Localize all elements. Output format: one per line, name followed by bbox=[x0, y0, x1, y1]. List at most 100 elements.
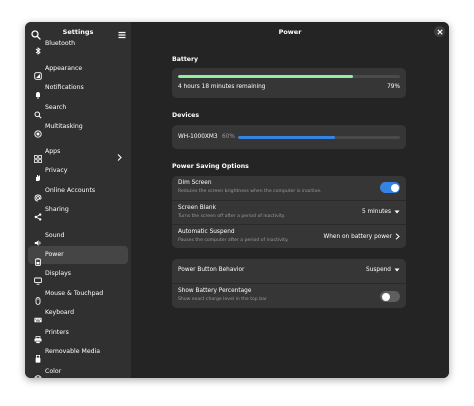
battery-card: 4 hours 18 minutes remaining 79% bbox=[172, 68, 406, 98]
sidebar-item-notifications[interactable]: Notifications bbox=[28, 79, 128, 99]
device-level-bar bbox=[238, 136, 400, 139]
toggle-knob bbox=[390, 183, 399, 192]
sidebar-item-privacy[interactable]: Privacy bbox=[28, 162, 128, 181]
hand-icon bbox=[34, 167, 42, 181]
screen-blank-value: 5 minutes bbox=[362, 209, 391, 215]
automatic-suspend-value: When on battery power bbox=[323, 234, 392, 240]
power-saving-section-label: Power Saving Options bbox=[172, 163, 249, 170]
chevron-down-icon bbox=[394, 210, 400, 213]
screen-blank-title: Screen Blank bbox=[178, 205, 216, 211]
screen-blank-subtitle: Turns the screen off after a period of i… bbox=[178, 214, 286, 219]
keyboard-icon bbox=[34, 309, 42, 323]
sidebar: Settings Bluetooth Appearance Notificati… bbox=[25, 22, 131, 378]
sidebar-item-label: Bluetooth bbox=[45, 40, 76, 47]
battery-remaining-text: 4 hours 18 minutes remaining bbox=[178, 84, 266, 90]
sidebar-item-sharing[interactable]: Sharing bbox=[28, 201, 128, 221]
speaker-icon bbox=[34, 232, 42, 246]
power-button-dropdown[interactable]: Suspend bbox=[366, 267, 400, 273]
appearance-icon bbox=[34, 65, 42, 80]
sidebar-item-removable-media[interactable]: Removable Media bbox=[28, 343, 128, 363]
battery-section-label: Battery bbox=[172, 56, 199, 63]
sidebar-item-sound[interactable]: Sound bbox=[28, 227, 128, 246]
apps-icon bbox=[34, 148, 42, 163]
toggle-knob bbox=[381, 292, 390, 301]
device-percent: 60% bbox=[222, 134, 235, 140]
show-percentage-row[interactable]: Show Battery Percentage Show exact charg… bbox=[172, 284, 406, 308]
sidebar-item-label: Notifications bbox=[45, 84, 84, 91]
sidebar-item-bluetooth[interactable]: Bluetooth bbox=[28, 35, 128, 55]
battery-level-bar bbox=[178, 75, 400, 78]
devices-card: WH-1000XM3 60% bbox=[172, 125, 406, 149]
at-icon bbox=[34, 187, 42, 202]
show-percentage-toggle[interactable] bbox=[380, 291, 400, 302]
device-name: WH-1000XM3 bbox=[178, 134, 218, 140]
main-panel: Power Battery 4 hours 18 minutes remaini… bbox=[131, 22, 449, 378]
close-icon bbox=[436, 28, 443, 35]
usb-icon bbox=[34, 348, 42, 363]
mouse-icon bbox=[34, 290, 42, 305]
automatic-suspend-title: Automatic Suspend bbox=[178, 229, 235, 235]
dim-screen-row[interactable]: Dim Screen Reduces the screen brightness… bbox=[172, 176, 406, 200]
bell-icon bbox=[34, 84, 42, 99]
automatic-suspend-link[interactable]: When on battery power bbox=[324, 233, 400, 240]
close-button[interactable] bbox=[434, 26, 445, 37]
sidebar-item-label: Multitasking bbox=[45, 123, 83, 130]
sidebar-item-keyboard[interactable]: Keyboard bbox=[28, 304, 128, 323]
dim-screen-toggle[interactable] bbox=[380, 182, 400, 193]
display-icon bbox=[34, 270, 42, 285]
battery-level-fill bbox=[178, 75, 354, 78]
sidebar-item-printers[interactable]: Printers bbox=[28, 324, 128, 344]
automatic-suspend-subtitle: Pauses the computer after a period of in… bbox=[178, 238, 289, 243]
bluetooth-icon bbox=[34, 40, 42, 55]
sidebar-item-apps[interactable]: Apps bbox=[28, 143, 128, 163]
sidebar-item-power[interactable]: Power bbox=[28, 246, 128, 266]
battery-percent: 79% bbox=[387, 84, 400, 90]
search-icon bbox=[34, 104, 42, 119]
sidebar-item-label: Privacy bbox=[45, 167, 68, 174]
power-button-row[interactable]: Power Button Behavior Suspend bbox=[172, 259, 406, 283]
sidebar-item-label: Keyboard bbox=[45, 309, 75, 316]
sidebar-item-label: Mouse & Touchpad bbox=[45, 290, 104, 297]
sidebar-item-label: Sharing bbox=[45, 206, 69, 213]
automatic-suspend-row[interactable]: Automatic Suspend Pauses the computer af… bbox=[172, 225, 406, 248]
settings-window: Settings Bluetooth Appearance Notificati… bbox=[25, 22, 449, 378]
screen-blank-dropdown[interactable]: 5 minutes bbox=[362, 209, 400, 215]
show-percentage-title: Show Battery Percentage bbox=[178, 288, 252, 294]
power-saving-card: Dim Screen Reduces the screen brightness… bbox=[172, 176, 406, 248]
sidebar-item-label: Online Accounts bbox=[45, 187, 96, 194]
sidebar-item-online-accounts[interactable]: Online Accounts bbox=[28, 182, 128, 202]
general-card: Power Button Behavior Suspend Show Batte… bbox=[172, 259, 406, 308]
dim-screen-subtitle: Reduces the screen brightness when the c… bbox=[178, 189, 322, 194]
show-percentage-subtitle: Show exact charge level in the top bar bbox=[178, 297, 267, 302]
sidebar-item-color[interactable]: Color bbox=[28, 363, 128, 378]
power-icon bbox=[34, 251, 42, 266]
sidebar-item-label: Displays bbox=[45, 270, 72, 277]
sidebar-item-label: Appearance bbox=[45, 65, 83, 72]
printer-icon bbox=[34, 329, 42, 344]
sidebar-item-displays[interactable]: Displays bbox=[28, 265, 128, 285]
devices-section-label: Devices bbox=[172, 112, 200, 119]
sidebar-item-appearance[interactable]: Appearance bbox=[28, 60, 128, 80]
sidebar-item-label: Apps bbox=[45, 148, 61, 155]
screen-blank-row[interactable]: Screen Blank Turns the screen off after … bbox=[172, 201, 406, 224]
sidebar-item-label: Printers bbox=[45, 329, 69, 336]
sidebar-item-search[interactable]: Search bbox=[28, 99, 128, 119]
sidebar-item-label: Removable Media bbox=[45, 348, 101, 355]
page-title: Power bbox=[278, 28, 302, 36]
power-button-value: Suspend bbox=[366, 267, 391, 273]
sidebar-item-mouse-touchpad[interactable]: Mouse & Touchpad bbox=[28, 285, 128, 305]
chevron-right-icon bbox=[395, 233, 400, 240]
sidebar-item-label: Search bbox=[45, 104, 67, 111]
sidebar-item-label: Color bbox=[45, 368, 62, 375]
sidebar-item-label: Power bbox=[45, 251, 64, 258]
sidebar-item-multitasking[interactable]: Multitasking bbox=[28, 118, 128, 138]
device-level-fill bbox=[238, 136, 336, 139]
dim-screen-title: Dim Screen bbox=[178, 180, 212, 186]
power-button-title: Power Button Behavior bbox=[178, 267, 245, 273]
chevron-down-icon bbox=[394, 268, 400, 271]
chevron-right-icon bbox=[115, 147, 124, 161]
color-icon bbox=[34, 368, 42, 378]
multitasking-icon bbox=[34, 123, 42, 138]
sidebar-item-label: Sound bbox=[45, 232, 65, 239]
share-icon bbox=[34, 206, 42, 221]
